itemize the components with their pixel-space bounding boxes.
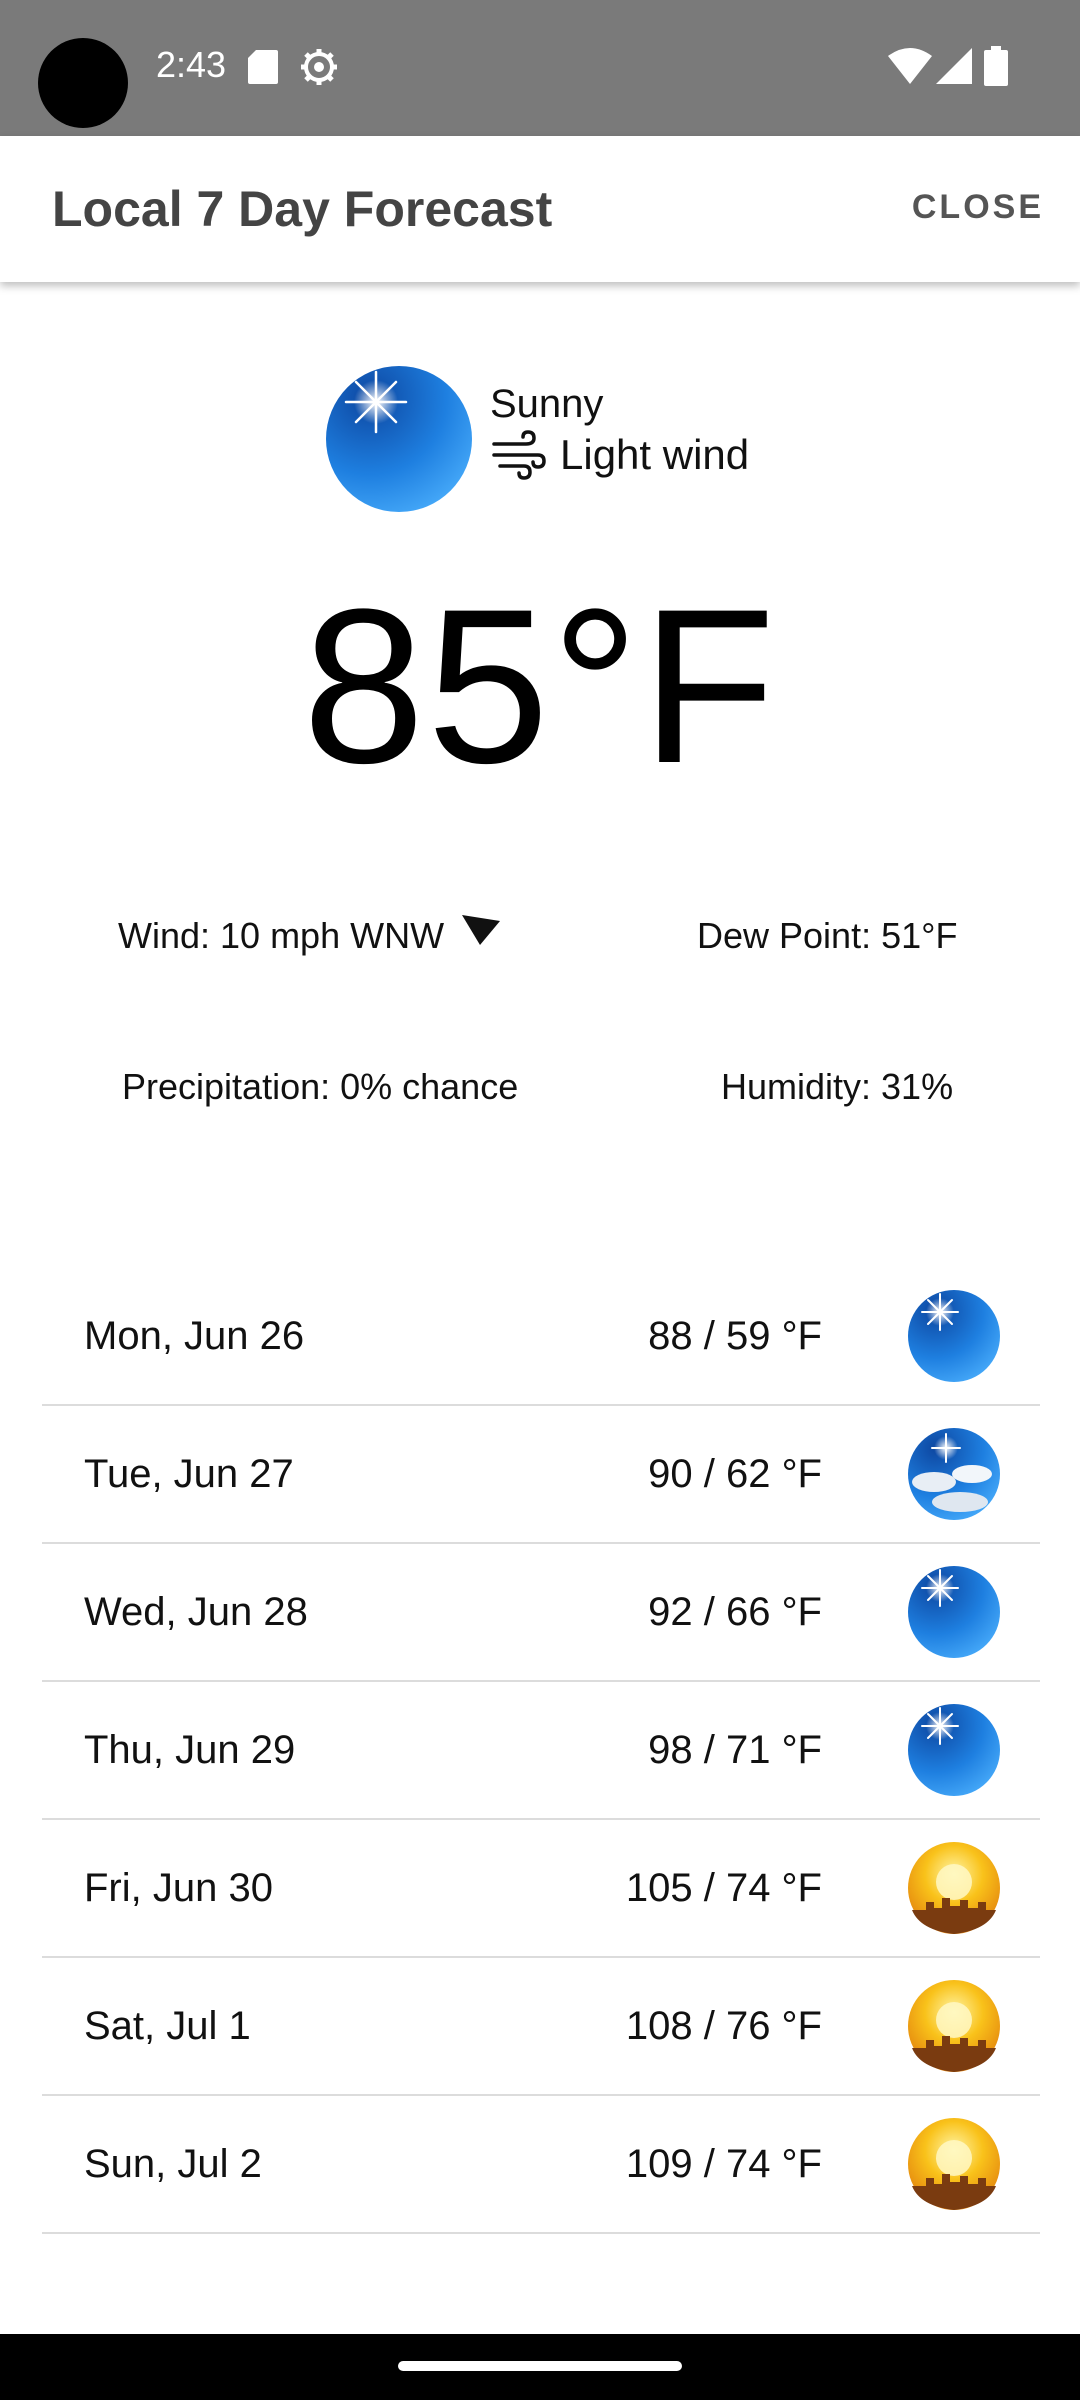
forecast-day: Sat, Jul 1 xyxy=(84,2004,251,2048)
dew-point-stat: Dew Point: 51°F xyxy=(697,915,958,956)
sunny-icon xyxy=(326,366,472,512)
forecast-row[interactable]: Tue, Jun 27 90 / 62 °F xyxy=(42,1406,1040,1544)
forecast-day: Thu, Jun 29 xyxy=(84,1728,296,1772)
sunny-icon xyxy=(908,1704,1000,1796)
hot-icon xyxy=(908,1980,1000,2072)
partly-cloudy-icon xyxy=(908,1428,1000,1520)
forecast-day: Tue, Jun 27 xyxy=(84,1452,294,1496)
sunny-icon xyxy=(908,1566,1000,1658)
battery-icon xyxy=(984,46,1008,86)
forecast-day: Wed, Jun 28 xyxy=(84,1590,308,1634)
forecast-temps: 109 / 74 °F xyxy=(625,2142,822,2186)
forecast-day: Mon, Jun 26 xyxy=(84,1314,305,1358)
wind-stat: Wind: 10 mph WNW xyxy=(118,915,501,957)
close-button[interactable]: CLOSE xyxy=(912,188,1044,227)
gear-icon xyxy=(301,49,337,85)
forecast-temps: 98 / 71 °F xyxy=(648,1728,822,1772)
forecast-temps: 88 / 59 °F xyxy=(648,1314,822,1358)
status-time: 2:43 xyxy=(156,44,227,85)
wind-direction-icon xyxy=(462,915,501,945)
humidity-stat: Humidity: 31% xyxy=(721,1066,954,1107)
forecast-row[interactable]: Sat, Jul 1 108 / 76 °F xyxy=(42,1958,1040,2096)
forecast-temps: 90 / 62 °F xyxy=(648,1452,822,1496)
wifi-icon xyxy=(888,48,932,84)
forecast-day: Sun, Jul 2 xyxy=(84,2142,262,2186)
app-bar: Local 7 Day Forecast CLOSE xyxy=(0,136,1080,282)
forecast-row[interactable]: Fri, Jun 30 105 / 74 °F xyxy=(42,1820,1040,1958)
sd-card-icon xyxy=(248,50,278,84)
forecast-row[interactable]: Wed, Jun 28 92 / 66 °F xyxy=(42,1544,1040,1682)
home-gesture-handle[interactable] xyxy=(398,2361,682,2371)
wind-icon xyxy=(492,430,546,480)
wind-stat-label: Wind: 10 mph WNW xyxy=(118,915,445,956)
forecast-list: Mon, Jun 26 88 / 59 °F Tue, Jun 27 90 / … xyxy=(42,1268,1040,2234)
forecast-temps: 105 / 74 °F xyxy=(625,1866,822,1910)
condition-text: Sunny xyxy=(490,382,604,426)
hot-icon xyxy=(908,2118,1000,2210)
forecast-row[interactable]: Thu, Jun 29 98 / 71 °F xyxy=(42,1682,1040,1820)
wind-description: Light wind xyxy=(490,430,749,480)
signal-icon xyxy=(936,48,972,84)
camera-cutout xyxy=(38,38,128,128)
forecast-row[interactable]: Mon, Jun 26 88 / 59 °F xyxy=(42,1268,1040,1406)
forecast-day: Fri, Jun 30 xyxy=(84,1866,273,1910)
forecast-row[interactable]: Sun, Jul 2 109 / 74 °F xyxy=(42,2096,1040,2234)
forecast-temps: 108 / 76 °F xyxy=(625,2004,822,2048)
sunny-icon xyxy=(908,1290,1000,1382)
navigation-bar xyxy=(0,2334,1080,2400)
wind-description-label: Light wind xyxy=(560,431,750,478)
precipitation-stat: Precipitation: 0% chance xyxy=(122,1066,519,1107)
forecast-temps: 92 / 66 °F xyxy=(648,1590,822,1634)
page-title: Local 7 Day Forecast xyxy=(52,181,553,237)
status-bar: 2:43 xyxy=(0,0,1080,136)
hot-icon xyxy=(908,1842,1000,1934)
current-temperature: 85°F xyxy=(302,563,778,809)
